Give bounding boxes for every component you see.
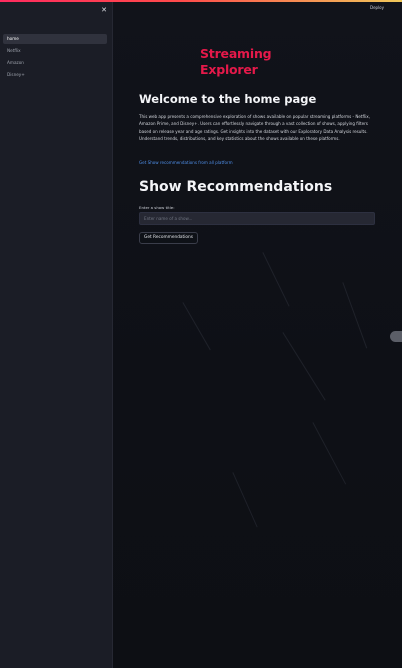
sidebar-item-amazon[interactable]: Amazon	[3, 58, 107, 68]
main-content: Streaming Explorer Welcome to the home p…	[113, 2, 402, 668]
sidebar-item-disney[interactable]: Disney+	[3, 70, 107, 80]
show-title-label: Enter a show title:	[139, 205, 175, 210]
section-title: Show Recommendations	[139, 179, 333, 195]
close-icon[interactable]: ✕	[100, 6, 108, 14]
page-title: Welcome to the home page	[139, 92, 317, 106]
scroll-handle[interactable]	[390, 331, 402, 342]
recommendations-link[interactable]: Get Show recommendations from all platfo…	[139, 160, 233, 165]
sidebar-item-home[interactable]: home	[3, 34, 107, 44]
app-window: ✕ home Netflix Amazon Disney+ Deploy Str…	[0, 0, 402, 668]
app-description: This web app presents a comprehensive ex…	[139, 114, 370, 141]
logo-line-2: Explorer	[200, 62, 258, 77]
sidebar-item-netflix[interactable]: Netflix	[3, 46, 107, 56]
app-logo: Streaming Explorer	[200, 46, 300, 78]
logo-line-1: Streaming	[200, 46, 272, 61]
show-title-input[interactable]	[139, 212, 375, 225]
sidebar-nav: home Netflix Amazon Disney+	[3, 34, 107, 82]
get-recommendations-button[interactable]: Get Recommendations	[139, 232, 199, 244]
sidebar: ✕ home Netflix Amazon Disney+	[0, 2, 113, 668]
